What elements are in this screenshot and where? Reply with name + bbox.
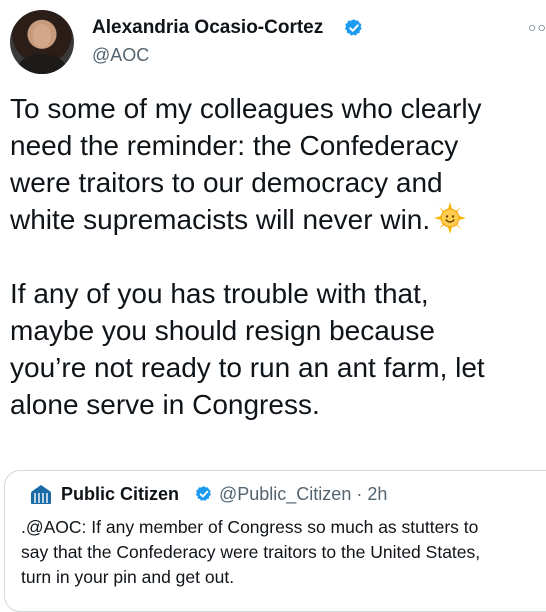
author-name[interactable]: Alexandria Ocasio-Cortez xyxy=(92,16,323,40)
quote-avatar-icon[interactable] xyxy=(27,482,55,510)
tweet-body: To some of my colleagues who clearly nee… xyxy=(10,90,540,423)
quote-author-handle[interactable]: @Public_Citizen xyxy=(219,484,351,504)
quoted-tweet-card[interactable]: Public Citizen @Public_Citizen · 2h .@AO… xyxy=(4,470,546,612)
sun-face-emoji-icon xyxy=(434,202,467,234)
author-handle[interactable]: @AOC xyxy=(92,44,149,66)
verified-icon xyxy=(345,19,362,36)
quote-verified-icon xyxy=(195,486,211,501)
avatar-face xyxy=(33,24,51,48)
more-options-icon[interactable]: ○○ xyxy=(528,22,546,32)
tweet-paragraph-2: If any of you has trouble with that, may… xyxy=(10,278,485,420)
quote-text: .@AOC: If any member of Congress so much… xyxy=(21,517,481,587)
quote-timestamp[interactable]: 2h xyxy=(367,484,387,504)
tweet-header: Alexandria Ocasio-Cortez @AOC ○○ xyxy=(10,6,546,74)
quote-author-name[interactable]: Public Citizen xyxy=(61,483,179,505)
author-avatar[interactable] xyxy=(10,10,74,74)
quote-separator: · xyxy=(356,484,363,504)
avatar-shoulders xyxy=(18,54,66,74)
quote-meta: @Public_Citizen · 2h xyxy=(219,483,387,505)
tweet-paragraph-1: To some of my colleagues who clearly nee… xyxy=(10,93,482,235)
